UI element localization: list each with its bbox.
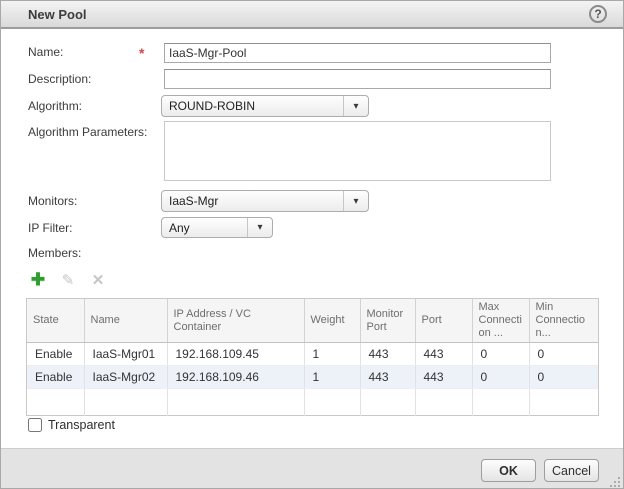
ip-filter-label: IP Filter: xyxy=(28,221,72,235)
algorithm-parameters-textarea[interactable] xyxy=(164,121,551,181)
required-asterisk-icon: * xyxy=(139,45,144,61)
ip-filter-selected-value: Any xyxy=(162,221,247,235)
column-header-weight[interactable]: Weight xyxy=(304,299,360,343)
cell-monitor-port: 443 xyxy=(360,366,415,389)
algorithm-parameters-label: Algorithm Parameters: xyxy=(28,125,147,139)
resize-grip-icon[interactable] xyxy=(609,476,621,488)
cell-max-connection: 0 xyxy=(472,343,529,366)
ip-filter-select[interactable]: Any ▾ xyxy=(161,217,273,238)
table-row[interactable]: Enable IaaS-Mgr02 192.168.109.46 1 443 4… xyxy=(27,366,598,389)
transparent-checkbox[interactable] xyxy=(28,418,42,432)
column-header-state[interactable]: State xyxy=(27,299,84,343)
dialog-footer: OK Cancel xyxy=(1,448,623,489)
column-header-port[interactable]: Port xyxy=(415,299,472,343)
delete-member-icon[interactable]: ✕ xyxy=(88,270,108,290)
members-table: State Name IP Address / VC Container Wei… xyxy=(26,298,599,416)
monitors-selected-value: IaaS-Mgr xyxy=(162,194,343,208)
table-header-row: State Name IP Address / VC Container Wei… xyxy=(27,299,598,343)
algorithm-label: Algorithm: xyxy=(28,99,82,113)
description-input[interactable] xyxy=(164,69,551,89)
column-header-min-connection[interactable]: Min Connectio n... xyxy=(529,299,598,343)
add-member-icon[interactable]: ✚ xyxy=(28,270,48,290)
cell-state: Enable xyxy=(27,343,84,366)
cell-port: 443 xyxy=(415,343,472,366)
chevron-down-icon[interactable]: ▾ xyxy=(247,218,272,237)
transparent-label: Transparent xyxy=(48,418,115,432)
cell-port: 443 xyxy=(415,366,472,389)
cell-weight: 1 xyxy=(304,366,360,389)
cell-min-connection: 0 xyxy=(529,366,598,389)
monitors-label: Monitors: xyxy=(28,194,77,208)
cell-ip-address: 192.168.109.46 xyxy=(167,366,304,389)
column-header-monitor-port[interactable]: Monitor Port xyxy=(360,299,415,343)
help-icon[interactable]: ? xyxy=(589,5,607,23)
cell-max-connection: 0 xyxy=(472,366,529,389)
cell-name: IaaS-Mgr02 xyxy=(84,366,167,389)
transparent-option: Transparent xyxy=(28,418,115,432)
cell-weight: 1 xyxy=(304,343,360,366)
ok-button[interactable]: OK xyxy=(481,459,536,482)
members-label: Members: xyxy=(28,246,81,260)
table-empty-row xyxy=(27,389,598,416)
members-toolbar: ✚ ✎ ✕ xyxy=(28,270,108,290)
dialog-title: New Pool xyxy=(28,7,87,22)
monitors-select[interactable]: IaaS-Mgr ▾ xyxy=(161,190,369,212)
chevron-down-icon[interactable]: ▾ xyxy=(343,96,368,116)
column-header-max-connection[interactable]: Max Connection ... xyxy=(472,299,529,343)
cell-state: Enable xyxy=(27,366,84,389)
name-label: Name: xyxy=(28,45,63,59)
column-header-name[interactable]: Name xyxy=(84,299,167,343)
description-label: Description: xyxy=(28,72,91,86)
cell-ip-address: 192.168.109.45 xyxy=(167,343,304,366)
dialog-titlebar: New Pool ? xyxy=(1,1,623,29)
cell-name: IaaS-Mgr01 xyxy=(84,343,167,366)
cell-min-connection: 0 xyxy=(529,343,598,366)
cell-monitor-port: 443 xyxy=(360,343,415,366)
chevron-down-icon[interactable]: ▾ xyxy=(343,191,368,211)
edit-member-icon[interactable]: ✎ xyxy=(58,270,78,290)
column-header-ip-address[interactable]: IP Address / VC Container xyxy=(167,299,304,343)
name-input[interactable] xyxy=(164,43,551,63)
new-pool-dialog: New Pool ? Name: * Description: Algorith… xyxy=(0,0,624,489)
algorithm-selected-value: ROUND-ROBIN xyxy=(162,99,343,113)
algorithm-select[interactable]: ROUND-ROBIN ▾ xyxy=(161,95,369,117)
cancel-button[interactable]: Cancel xyxy=(544,459,599,482)
table-row[interactable]: Enable IaaS-Mgr01 192.168.109.45 1 443 4… xyxy=(27,343,598,366)
